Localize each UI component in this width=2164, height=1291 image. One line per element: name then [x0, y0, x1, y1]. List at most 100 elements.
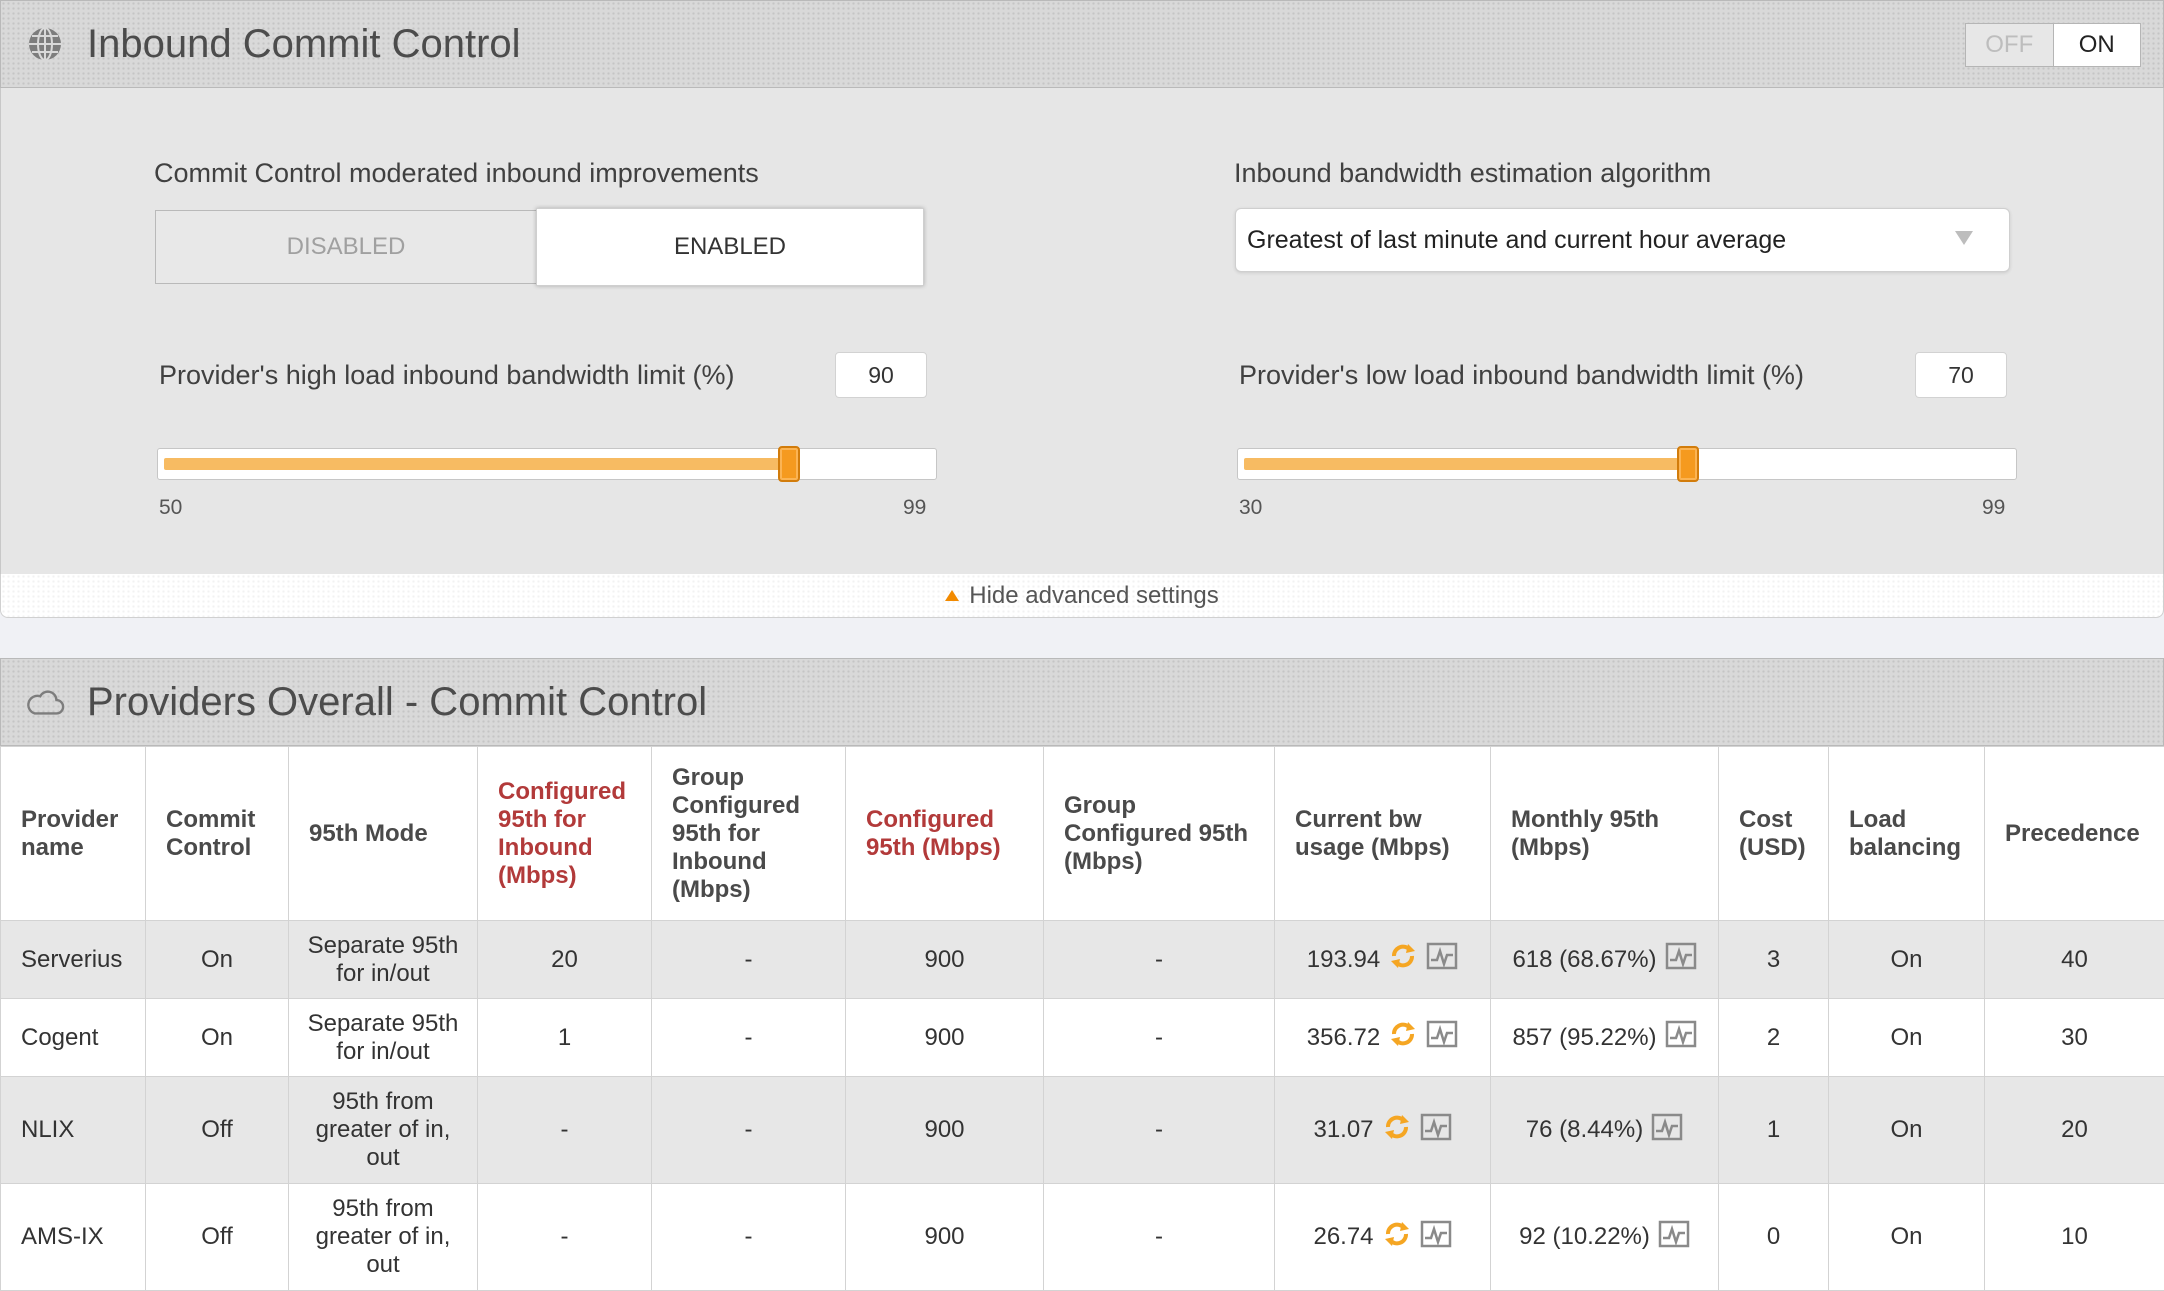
cell-95th-mode: Separate 95th for in/out	[289, 921, 478, 999]
cell-precedence: 30	[1985, 999, 2164, 1077]
cell-current-bw-usage: 193.94	[1275, 921, 1491, 999]
monthly-95th-value: 92 (10.22%)	[1519, 1223, 1650, 1251]
hide-advanced-label: Hide advanced settings	[969, 582, 1219, 610]
cell-precedence: 10	[1985, 1184, 2164, 1291]
inbound-commit-control-header: Inbound Commit Control OFF ON	[0, 0, 2164, 88]
col-group-configured-95th-inbound[interactable]: Group Configured 95th for Inbound (Mbps)	[652, 747, 846, 921]
cell-monthly-95th: 857 (95.22%)	[1491, 999, 1719, 1077]
cell-configured-95th: 900	[846, 1184, 1044, 1291]
page-title: Inbound Commit Control	[87, 22, 521, 67]
table-row[interactable]: CogentOnSeparate 95th for in/out1-900-35…	[1, 999, 2164, 1077]
cell-configured-95th-inbound: 1	[478, 999, 652, 1077]
disabled-option[interactable]: DISABLED	[156, 211, 536, 283]
toggle-on-option[interactable]: ON	[2053, 24, 2141, 66]
chart-icon[interactable]	[1651, 1113, 1683, 1148]
col-configured-95th[interactable]: Configured 95th (Mbps)	[846, 747, 1044, 921]
table-header-row: Provider name Commit Control 95th Mode C…	[1, 747, 2164, 921]
algorithm-select[interactable]: Greatest of last minute and current hour…	[1235, 208, 2010, 272]
high-limit-label: Provider's high load inbound bandwidth l…	[159, 360, 734, 391]
cell-current-bw-usage: 31.07	[1275, 1077, 1491, 1184]
high-limit-slider[interactable]	[157, 448, 937, 480]
refresh-icon[interactable]	[1382, 1219, 1412, 1256]
current-bw-value: 31.07	[1313, 1116, 1373, 1144]
col-load-balancing[interactable]: Load balancing	[1829, 747, 1985, 921]
chart-icon[interactable]	[1658, 1220, 1690, 1255]
table-row[interactable]: ServeriusOnSeparate 95th for in/out20-90…	[1, 921, 2164, 999]
cell-cost: 3	[1719, 921, 1829, 999]
refresh-icon[interactable]	[1388, 941, 1418, 978]
chart-icon[interactable]	[1665, 942, 1697, 977]
chevron-down-icon	[1955, 231, 1973, 245]
low-limit-input[interactable]: 70	[1915, 352, 2007, 398]
advanced-settings-panel: Commit Control moderated inbound improve…	[0, 88, 2164, 574]
cell-group-configured-95th: -	[1044, 921, 1275, 999]
col-configured-95th-inbound[interactable]: Configured 95th for Inbound (Mbps)	[478, 747, 652, 921]
chart-icon[interactable]	[1665, 1020, 1697, 1055]
algorithm-label: Inbound bandwidth estimation algorithm	[1234, 158, 1711, 189]
col-monthly-95th[interactable]: Monthly 95th (Mbps)	[1491, 747, 1719, 921]
cell-group-configured-95th: -	[1044, 1077, 1275, 1184]
monthly-95th-value: 76 (8.44%)	[1526, 1116, 1643, 1144]
col-precedence[interactable]: Precedence	[1985, 747, 2164, 921]
toggle-off-option[interactable]: OFF	[1966, 24, 2053, 66]
col-commit-control[interactable]: Commit Control	[146, 747, 289, 921]
hide-advanced-settings-link[interactable]: Hide advanced settings	[0, 574, 2164, 618]
providers-title: Providers Overall - Commit Control	[87, 680, 707, 725]
low-limit-slider-handle[interactable]	[1677, 446, 1699, 482]
high-limit-input[interactable]: 90	[835, 352, 927, 398]
cell-provider-name: NLIX	[1, 1077, 146, 1184]
monthly-95th-value: 618 (68.67%)	[1512, 946, 1656, 974]
cell-group-configured-95th-inbound: -	[652, 999, 846, 1077]
enabled-option[interactable]: ENABLED	[536, 208, 924, 286]
providers-table: Provider name Commit Control 95th Mode C…	[0, 746, 2164, 1291]
cell-configured-95th-inbound: -	[478, 1184, 652, 1291]
cell-cost: 2	[1719, 999, 1829, 1077]
low-limit-min: 30	[1239, 496, 1262, 520]
cell-provider-name: Serverius	[1, 921, 146, 999]
moderated-improvements-toggle[interactable]: DISABLED ENABLED	[155, 210, 923, 284]
refresh-icon[interactable]	[1382, 1112, 1412, 1149]
cell-configured-95th: 900	[846, 1077, 1044, 1184]
current-bw-value: 193.94	[1307, 946, 1380, 974]
low-limit-label: Provider's low load inbound bandwidth li…	[1239, 360, 1804, 391]
cell-configured-95th: 900	[846, 921, 1044, 999]
cell-configured-95th: 900	[846, 999, 1044, 1077]
cell-configured-95th-inbound: -	[478, 1077, 652, 1184]
col-cost[interactable]: Cost (USD)	[1719, 747, 1829, 921]
algorithm-selected-value: Greatest of last minute and current hour…	[1247, 226, 1786, 255]
globe-icon	[25, 24, 65, 64]
col-current-bw-usage[interactable]: Current bw usage (Mbps)	[1275, 747, 1491, 921]
cell-current-bw-usage: 26.74	[1275, 1184, 1491, 1291]
cell-monthly-95th: 618 (68.67%)	[1491, 921, 1719, 999]
caret-up-icon	[945, 590, 959, 601]
current-bw-value: 356.72	[1307, 1024, 1380, 1052]
col-group-configured-95th[interactable]: Group Configured 95th (Mbps)	[1044, 747, 1275, 921]
high-limit-min: 50	[159, 496, 182, 520]
col-95th-mode[interactable]: 95th Mode	[289, 747, 478, 921]
low-limit-slider-fill	[1244, 458, 1688, 470]
cell-commit-control: On	[146, 999, 289, 1077]
high-limit-slider-handle[interactable]	[778, 446, 800, 482]
inbound-on-off-toggle[interactable]: OFF ON	[1965, 23, 2141, 67]
chart-icon[interactable]	[1420, 1113, 1452, 1148]
cloud-icon	[25, 682, 65, 722]
cell-group-configured-95th-inbound: -	[652, 1184, 846, 1291]
chart-icon[interactable]	[1426, 942, 1458, 977]
cell-monthly-95th: 92 (10.22%)	[1491, 1184, 1719, 1291]
low-limit-slider[interactable]	[1237, 448, 2017, 480]
table-row[interactable]: AMS-IXOff95th from greater of in, out--9…	[1, 1184, 2164, 1291]
cell-cost: 1	[1719, 1077, 1829, 1184]
chart-icon[interactable]	[1420, 1220, 1452, 1255]
chart-icon[interactable]	[1426, 1020, 1458, 1055]
cell-monthly-95th: 76 (8.44%)	[1491, 1077, 1719, 1184]
cell-provider-name: AMS-IX	[1, 1184, 146, 1291]
cell-95th-mode: 95th from greater of in, out	[289, 1077, 478, 1184]
table-row[interactable]: NLIXOff95th from greater of in, out--900…	[1, 1077, 2164, 1184]
cell-commit-control: On	[146, 921, 289, 999]
cell-load-balancing: On	[1829, 921, 1985, 999]
col-provider-name[interactable]: Provider name	[1, 747, 146, 921]
cell-group-configured-95th-inbound: -	[652, 1077, 846, 1184]
refresh-icon[interactable]	[1388, 1019, 1418, 1056]
monthly-95th-value: 857 (95.22%)	[1512, 1024, 1656, 1052]
cell-configured-95th-inbound: 20	[478, 921, 652, 999]
